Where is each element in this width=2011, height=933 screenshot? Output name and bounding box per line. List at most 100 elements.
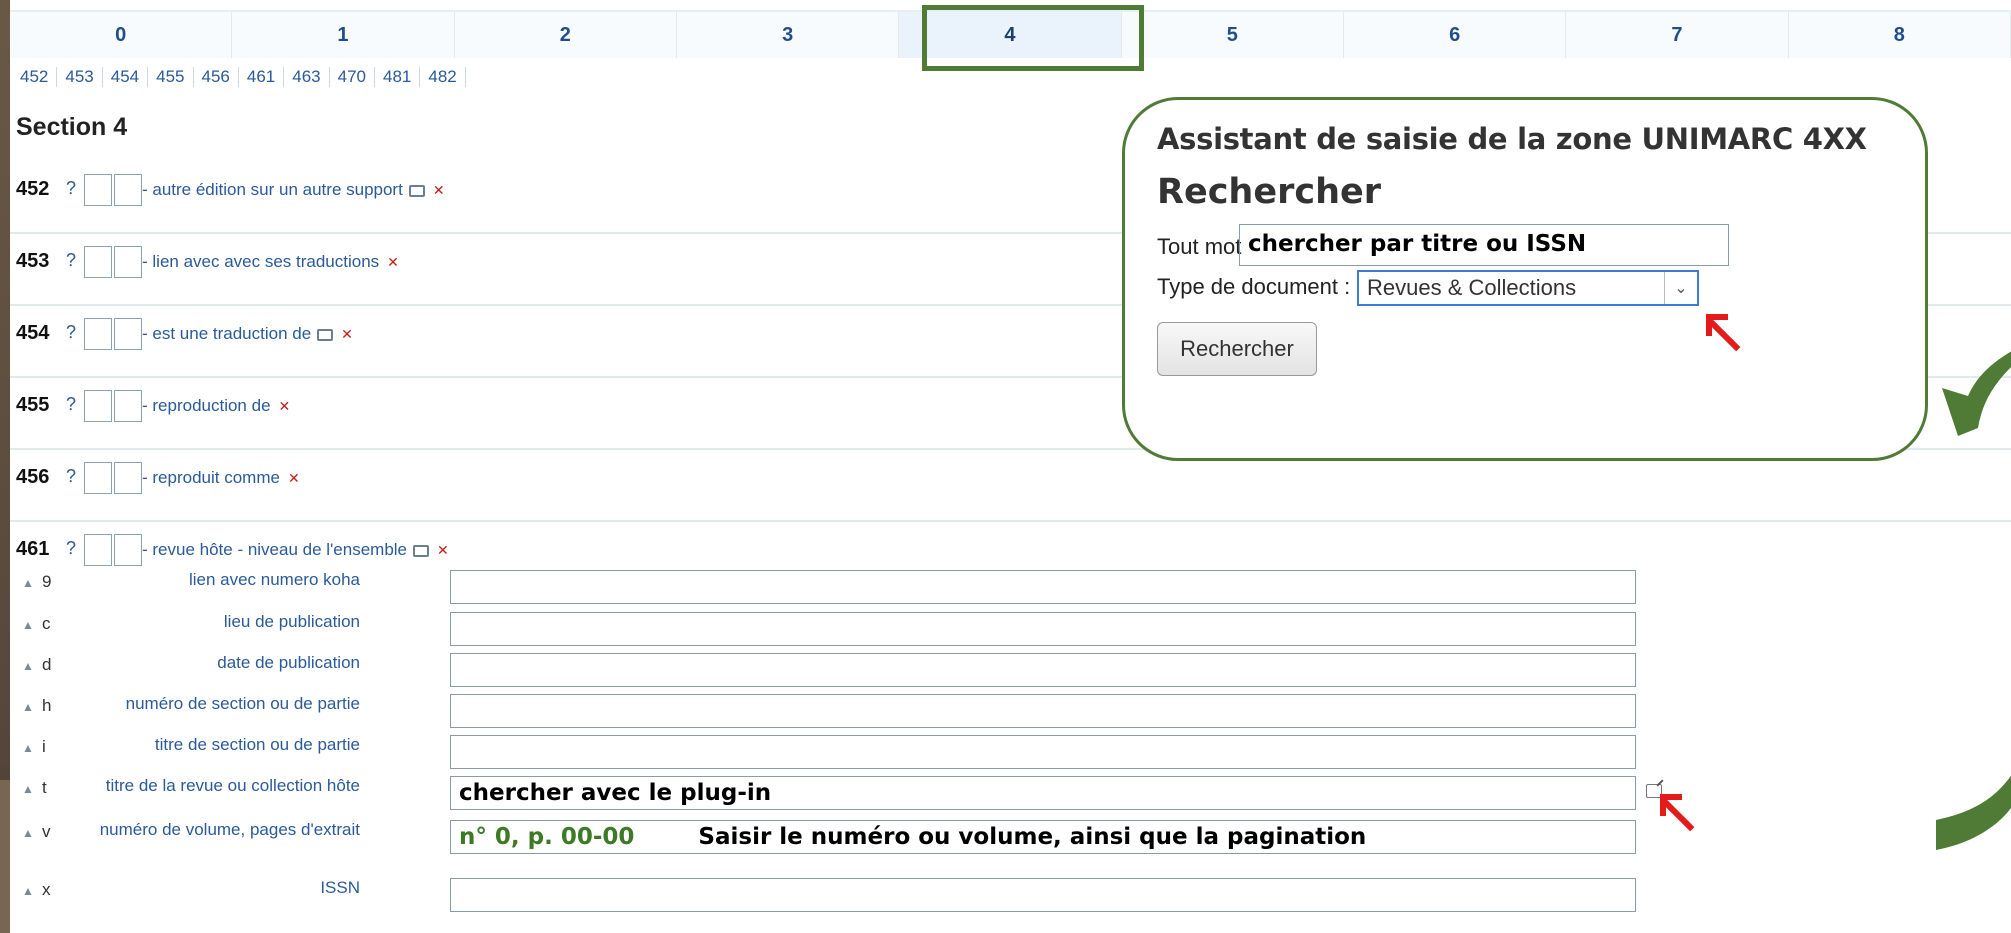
tout-mot-label: Tout mot — [1157, 234, 1242, 259]
delete-icon[interactable]: ✕ — [387, 254, 399, 271]
subfield-row-x: ▲ x ISSN — [10, 876, 1650, 916]
field-link-452[interactable]: 452 — [20, 67, 58, 87]
subfield-input[interactable] — [450, 570, 1636, 604]
indicator-2[interactable] — [114, 318, 142, 350]
tab-0[interactable]: 0 — [10, 12, 233, 58]
field-link-456[interactable]: 456 — [194, 67, 239, 87]
delete-icon[interactable]: ✕ — [279, 398, 291, 415]
help-link[interactable]: ? — [66, 250, 76, 271]
field-row-456: 456 ? - reproduit comme ✕ — [10, 456, 2011, 522]
delete-icon[interactable]: ✕ — [437, 542, 449, 559]
tab-4[interactable]: 4 — [899, 12, 1122, 58]
move-up-icon[interactable]: ▲ — [22, 826, 34, 840]
indicator-1[interactable] — [84, 462, 112, 494]
field-tag: 454 — [16, 322, 50, 344]
tab-bar: 0 1 2 3 4 5 6 7 8 — [10, 10, 2011, 60]
duplicate-icon[interactable] — [413, 544, 430, 557]
subfield-code: h — [42, 696, 52, 715]
tab-5[interactable]: 5 — [1121, 12, 1344, 58]
move-up-icon[interactable]: ▲ — [22, 659, 34, 673]
field-link-481[interactable]: 481 — [375, 67, 421, 87]
subfield-label: titre de section ou de partie — [154, 735, 360, 754]
subfield-code: t — [42, 778, 47, 797]
delete-icon[interactable]: ✕ — [341, 326, 353, 343]
field-link-454[interactable]: 454 — [103, 67, 149, 87]
field-tag: 452 — [16, 178, 50, 200]
indicator-2[interactable] — [114, 462, 142, 494]
field-description: - reproduit comme ✕ — [142, 468, 300, 487]
help-link[interactable]: ? — [66, 394, 76, 415]
indicator-1[interactable] — [84, 246, 112, 278]
subfield-input[interactable] — [450, 878, 1636, 912]
help-link[interactable]: ? — [66, 178, 76, 199]
field-description: - reproduction de ✕ — [142, 396, 291, 415]
tab-7[interactable]: 7 — [1566, 12, 1789, 58]
green-arrow-icon — [1936, 775, 2011, 850]
subfield-code: x — [42, 880, 51, 899]
field-link-470[interactable]: 470 — [330, 67, 375, 87]
field-link-455[interactable]: 455 — [148, 67, 194, 87]
subfield-code: 9 — [42, 572, 52, 591]
indicator-1[interactable] — [84, 174, 112, 206]
indicator-1[interactable] — [84, 318, 112, 350]
editor-main: 0 1 2 3 4 5 6 7 8 452 453 454 455 456 46… — [10, 0, 2011, 933]
subfield-input[interactable]: n° 0, p. 00-00 Saisir le numéro ou volume… — [450, 820, 1636, 854]
indicator-1[interactable] — [84, 534, 112, 566]
subfield-row-v: ▲ v numéro de volume, pages d'extrait n°… — [10, 818, 1650, 864]
tab-1[interactable]: 1 — [232, 12, 455, 58]
red-pointer-arrow — [1658, 792, 1698, 832]
subfield-input[interactable] — [450, 612, 1636, 646]
assistant-title: Assistant de saisie de la zone UNIMARC 4… — [1157, 122, 1867, 156]
move-up-icon[interactable]: ▲ — [22, 576, 34, 590]
document-type-select[interactable]: Revues & Collections ⌄ — [1357, 270, 1699, 306]
background-frame — [0, 0, 14, 933]
subfield-input[interactable] — [450, 653, 1636, 687]
field-tag: 455 — [16, 394, 50, 416]
indicator-2[interactable] — [114, 246, 142, 278]
chevron-down-icon: ⌄ — [1664, 272, 1697, 304]
search-input[interactable]: chercher par titre ou ISSN — [1239, 224, 1729, 266]
field-description: - revue hôte - niveau de l'ensemble ✕ — [142, 540, 449, 559]
subfield-input[interactable] — [450, 694, 1636, 728]
search-button[interactable]: Rechercher — [1157, 322, 1317, 376]
help-link[interactable]: ? — [66, 538, 76, 559]
field-link-463[interactable]: 463 — [284, 67, 330, 87]
delete-icon[interactable]: ✕ — [288, 470, 300, 487]
field-link-482[interactable]: 482 — [420, 67, 466, 87]
indicator-1[interactable] — [84, 390, 112, 422]
green-arrow-icon — [1942, 351, 2011, 436]
duplicate-icon[interactable] — [317, 328, 334, 341]
tab-6[interactable]: 6 — [1343, 12, 1567, 58]
delete-icon[interactable]: ✕ — [433, 182, 445, 199]
help-link[interactable]: ? — [66, 466, 76, 487]
indicator-2[interactable] — [114, 174, 142, 206]
subfield-label: numéro de section ou de partie — [125, 694, 360, 713]
subfield-label: lien avec numero koha — [188, 570, 360, 589]
field-tag: 453 — [16, 250, 50, 272]
field-link-461[interactable]: 461 — [239, 67, 285, 87]
subfield-label: numéro de volume, pages d'extrait — [99, 820, 360, 839]
subfield-row-t: ▲ t titre de la revue ou collection hôte… — [10, 774, 1662, 814]
subfield-code: d — [42, 655, 52, 674]
assistant-heading: Rechercher — [1157, 172, 1382, 212]
indicator-2[interactable] — [114, 534, 142, 566]
duplicate-icon[interactable] — [408, 184, 425, 197]
indicator-2[interactable] — [114, 390, 142, 422]
subfield-row-h: ▲ h numéro de section ou de partie — [10, 692, 1650, 732]
help-link[interactable]: ? — [66, 322, 76, 343]
move-up-icon[interactable]: ▲ — [22, 700, 34, 714]
subfield-row-c: ▲ c lieu de publication — [10, 610, 1650, 650]
subfield-input[interactable] — [450, 735, 1636, 769]
tab-8[interactable]: 8 — [1788, 12, 2011, 58]
move-up-icon[interactable]: ▲ — [22, 741, 34, 755]
move-up-icon[interactable]: ▲ — [22, 618, 34, 632]
move-up-icon[interactable]: ▲ — [22, 884, 34, 898]
subfield-input[interactable]: chercher avec le plug-in — [450, 776, 1636, 810]
move-up-icon[interactable]: ▲ — [22, 782, 34, 796]
field-link-453[interactable]: 453 — [57, 67, 103, 87]
document-type-label: Type de document : — [1157, 274, 1351, 299]
tab-2[interactable]: 2 — [454, 12, 677, 58]
subfield-label: ISSN — [320, 878, 360, 897]
field-nav: 452 453 454 455 456 461 463 470 481 482 — [20, 67, 466, 87]
tab-3[interactable]: 3 — [676, 12, 900, 58]
